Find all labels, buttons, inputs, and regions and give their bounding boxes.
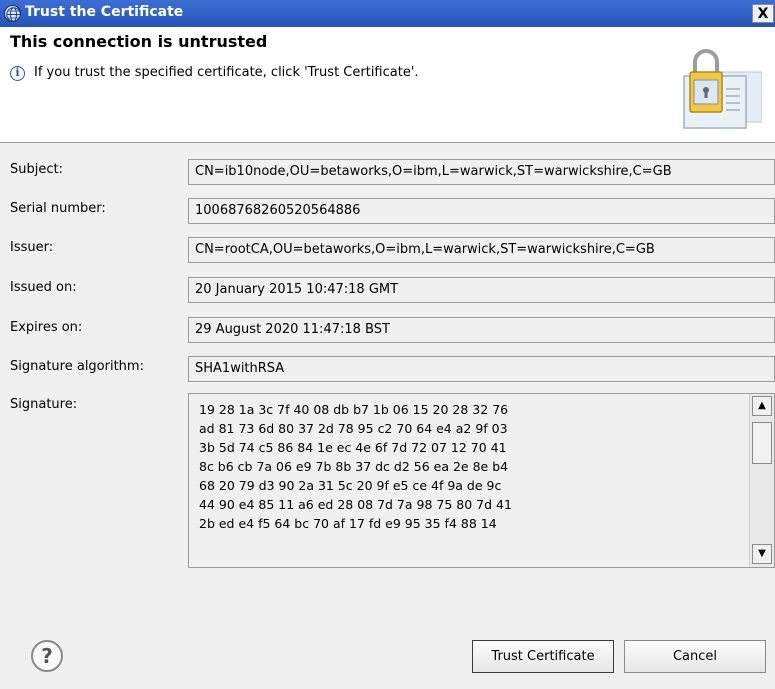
- subject-field[interactable]: CN=ib10node,OU=betaworks,O=ibm,L=warwick…: [188, 159, 775, 185]
- cancel-button[interactable]: Cancel: [624, 640, 766, 673]
- issued-on-label: Issued on:: [10, 280, 77, 295]
- signature-value[interactable]: 19 28 1a 3c 7f 40 08 db b7 1b 06 15 20 2…: [199, 400, 512, 533]
- header-title: This connection is untrusted: [10, 32, 268, 51]
- signature-label: Signature:: [10, 397, 78, 412]
- help-button[interactable]: ?: [31, 640, 63, 672]
- scroll-up-arrow-icon[interactable]: ▲: [752, 396, 772, 416]
- info-icon: i: [10, 66, 25, 81]
- window-title: Trust the Certificate: [25, 4, 184, 20]
- trust-certificate-button[interactable]: Trust Certificate: [472, 640, 614, 673]
- trust-certificate-dialog: Trust the Certificate X This connection …: [0, 0, 775, 689]
- issued-on-field[interactable]: 20 January 2015 10:47:18 GMT: [188, 277, 775, 303]
- expires-on-field[interactable]: 29 August 2020 11:47:18 BST: [188, 317, 775, 343]
- scroll-down-arrow-icon[interactable]: ▼: [752, 544, 772, 564]
- signature-algorithm-label: Signature algorithm:: [10, 359, 144, 374]
- issuer-label: Issuer:: [10, 240, 54, 255]
- signature-scrollbar[interactable]: ▲ ▼: [749, 394, 774, 567]
- serial-number-label: Serial number:: [10, 201, 106, 216]
- subject-label: Subject:: [10, 162, 63, 177]
- close-button[interactable]: X: [752, 4, 774, 23]
- header-message: If you trust the specified certificate, …: [34, 65, 419, 80]
- signature-algorithm-field[interactable]: SHA1withRSA: [188, 356, 775, 382]
- scroll-thumb[interactable]: [752, 422, 772, 464]
- globe-icon: [4, 5, 21, 22]
- signature-textarea[interactable]: 19 28 1a 3c 7f 40 08 db b7 1b 06 15 20 2…: [188, 393, 775, 568]
- certificate-lock-icon: [683, 49, 762, 129]
- title-bar[interactable]: Trust the Certificate X: [0, 0, 775, 27]
- issuer-field[interactable]: CN=rootCA,OU=betaworks,O=ibm,L=warwick,S…: [188, 237, 775, 263]
- serial-number-field[interactable]: 10068768260520564886: [188, 198, 775, 224]
- expires-on-label: Expires on:: [10, 320, 83, 335]
